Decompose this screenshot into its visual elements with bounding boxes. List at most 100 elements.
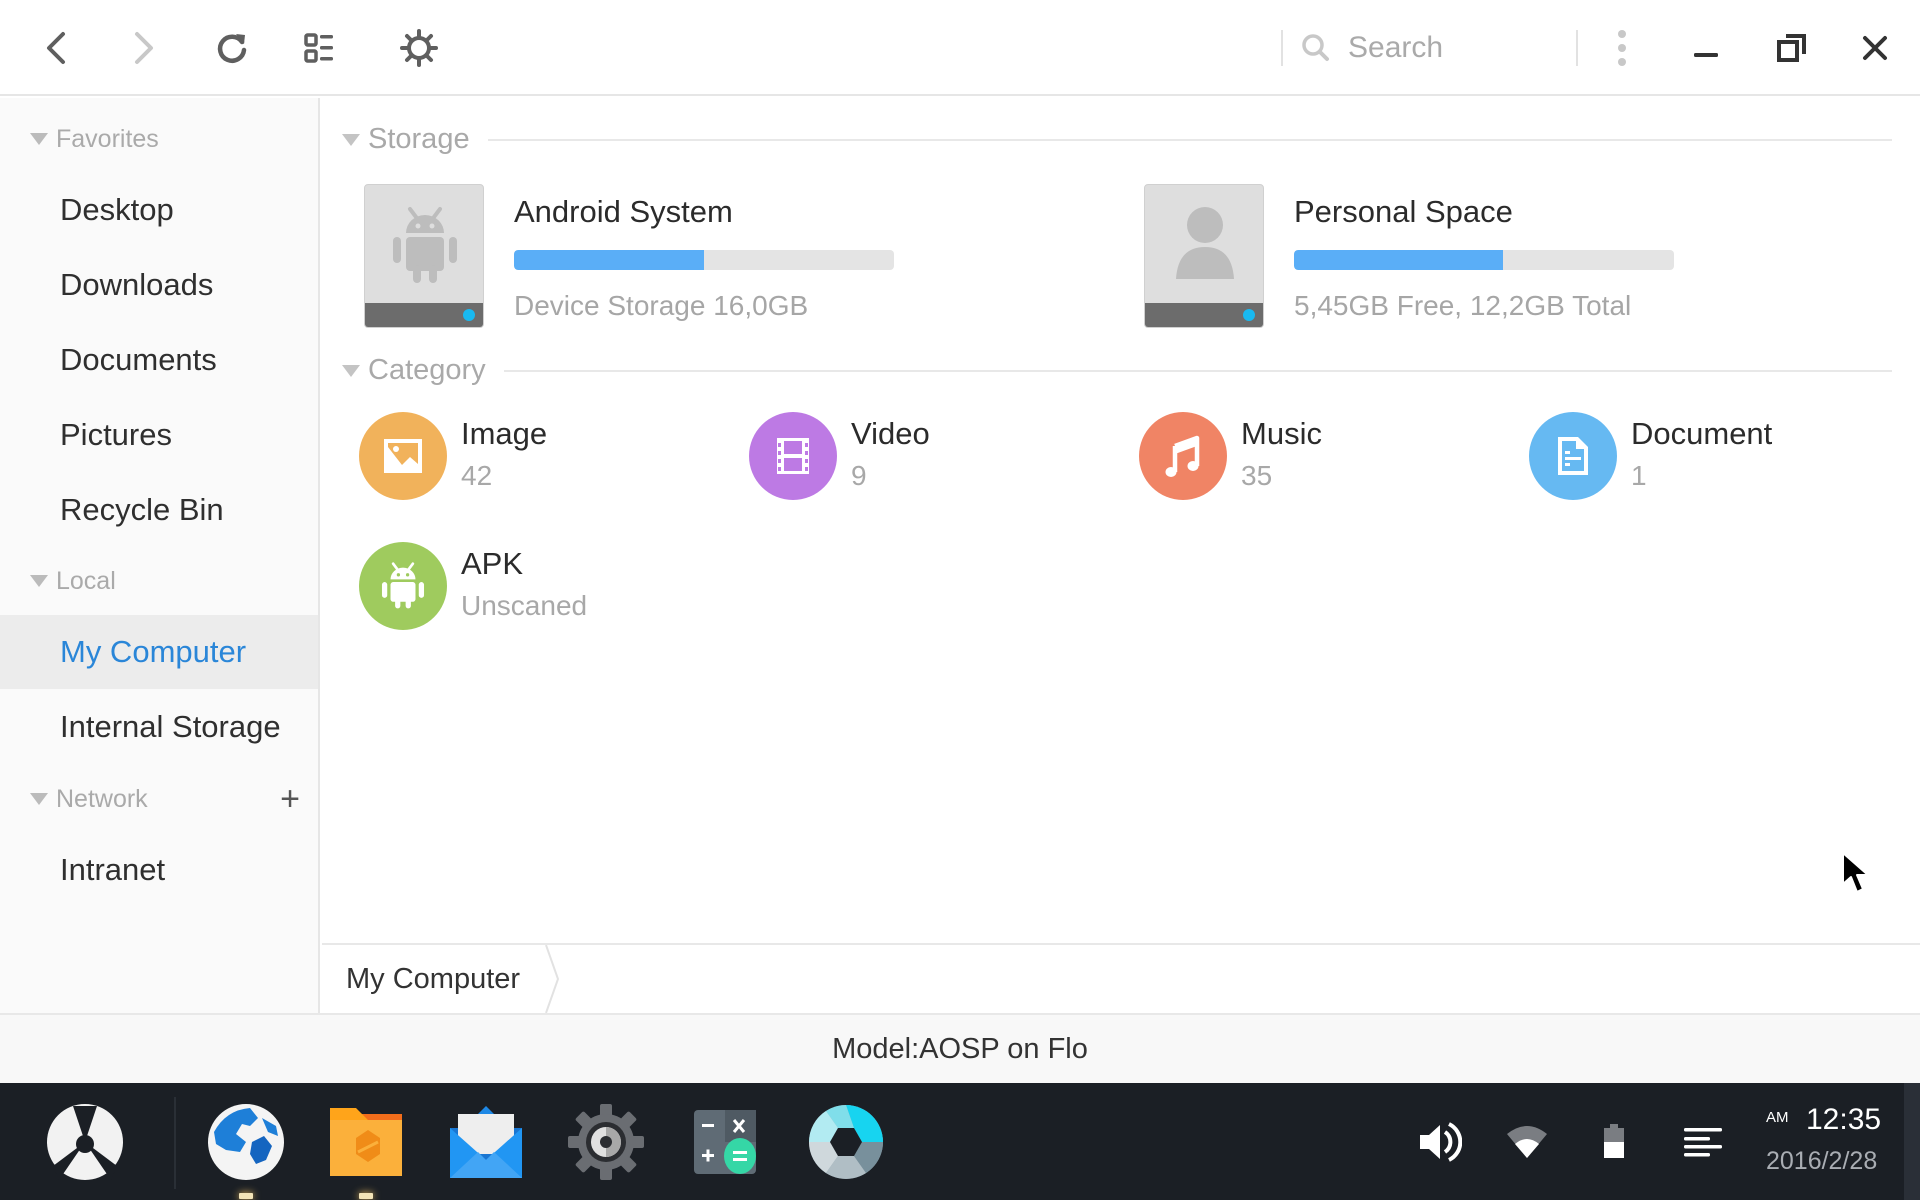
sidebar-item-intranet[interactable]: Intranet <box>0 833 318 907</box>
drive-android-system[interactable]: Android System Device Storage 16,0GB <box>364 184 1064 334</box>
show-desktop-button[interactable] <box>1904 1083 1920 1200</box>
breadcrumb-label: My Computer <box>346 962 521 995</box>
collapse-triangle-icon <box>30 133 48 145</box>
collapse-triangle-icon <box>30 575 48 587</box>
category-document[interactable]: Document 1 <box>1529 412 1889 504</box>
list-view-icon <box>304 33 333 63</box>
wifi-button[interactable] <box>1498 1113 1556 1171</box>
notifications-icon <box>1684 1128 1722 1157</box>
breadcrumb-item-my-computer[interactable]: My Computer <box>322 945 562 1013</box>
taskbar-app-file-manager[interactable] <box>325 1101 407 1199</box>
settings-button[interactable] <box>395 24 443 72</box>
storage-section-header[interactable]: Storage <box>342 123 1892 156</box>
running-indicator <box>359 1193 373 1199</box>
sidebar-item-pictures[interactable]: Pictures <box>0 398 318 472</box>
sidebar-item-my-computer[interactable]: My Computer <box>0 615 318 689</box>
globe-icon <box>208 1104 284 1180</box>
clock-ampm: AM <box>1766 1109 1789 1126</box>
email-icon <box>450 1106 522 1178</box>
add-network-button[interactable]: + <box>280 780 300 819</box>
notifications-button[interactable] <box>1674 1113 1732 1171</box>
sidebar-section-favorites[interactable]: Favorites <box>30 119 300 159</box>
category-count: 35 <box>1241 460 1273 491</box>
category-count: Unscaned <box>461 590 588 621</box>
category-count: 9 <box>851 460 867 491</box>
sidebar-item-documents[interactable]: Documents <box>0 323 318 397</box>
sidebar: Favorites Desktop Downloads Documents Pi… <box>0 98 320 1013</box>
forward-button[interactable] <box>120 24 168 72</box>
sidebar-item-desktop[interactable]: Desktop <box>0 173 318 247</box>
storage-usage-fill <box>1294 250 1503 270</box>
more-menu-button[interactable] <box>1598 24 1646 72</box>
sidebar-section-local[interactable]: Local <box>30 561 300 601</box>
volume-icon <box>1420 1122 1462 1162</box>
taskbar-app-calculator[interactable] <box>685 1101 767 1183</box>
refresh-button[interactable] <box>208 24 256 72</box>
taskbar-app-settings[interactable] <box>565 1101 647 1183</box>
drive-led <box>463 309 475 321</box>
category-icon-circle <box>1529 412 1617 500</box>
running-indicator <box>239 1193 253 1199</box>
folder-icon <box>330 1108 402 1176</box>
category-label: APK <box>461 546 524 581</box>
sidebar-item-label: Internal Storage <box>60 709 281 744</box>
collapse-triangle-icon <box>342 364 360 377</box>
drive-personal-space[interactable]: Personal Space 5,45GB Free, 12,2GB Total <box>1144 184 1844 334</box>
volume-button[interactable] <box>1411 1113 1469 1171</box>
drive-icon <box>1144 184 1264 328</box>
search-box[interactable] <box>1300 24 1570 72</box>
taskbar-divider <box>174 1097 176 1189</box>
storage-usage-bar <box>514 250 894 270</box>
taskbar-app-email[interactable] <box>445 1101 527 1183</box>
sidebar-item-label: Documents <box>60 342 217 377</box>
breadcrumb: My Computer <box>322 943 1920 1013</box>
category-video[interactable]: Video 9 <box>749 412 1109 504</box>
image-icon <box>384 439 422 473</box>
clock-time: 12:35 <box>1806 1103 1882 1136</box>
clock[interactable]: AM 12:35 2016/2/28 <box>1760 1097 1890 1187</box>
android-icon <box>381 562 425 609</box>
category-icon-circle <box>359 542 447 630</box>
sidebar-item-label: Pictures <box>60 417 172 452</box>
category-image[interactable]: Image 42 <box>359 412 719 504</box>
category-section-header[interactable]: Category <box>342 354 1892 387</box>
category-music[interactable]: Music 35 <box>1139 412 1499 504</box>
sidebar-item-label: My Computer <box>60 634 247 669</box>
person-icon <box>1176 207 1234 279</box>
section-title: Local <box>56 566 116 595</box>
category-label: Document <box>1631 416 1773 451</box>
main-content: Storage Android System Device Storage 16… <box>322 98 1920 943</box>
document-icon <box>1558 437 1588 475</box>
drive-capacity: Device Storage 16,0GB <box>514 290 809 321</box>
sidebar-item-label: Intranet <box>60 852 166 887</box>
more-vertical-icon <box>1618 30 1626 66</box>
section-title: Category <box>368 354 486 386</box>
storage-usage-fill <box>514 250 704 270</box>
minimize-button[interactable] <box>1682 24 1730 72</box>
category-apk[interactable]: APK Unscaned <box>359 542 719 634</box>
drive-name: Android System <box>514 194 733 229</box>
section-title: Network <box>56 784 148 813</box>
restore-button[interactable] <box>1768 24 1816 72</box>
sidebar-item-label: Downloads <box>60 267 214 302</box>
sidebar-section-network[interactable]: Network + <box>30 779 300 819</box>
gear-icon <box>400 29 438 67</box>
refresh-icon <box>217 34 247 63</box>
sidebar-item-internal-storage[interactable]: Internal Storage <box>0 690 318 764</box>
drive-led <box>1243 309 1255 321</box>
sidebar-item-recycle-bin[interactable]: Recycle Bin <box>0 473 318 547</box>
view-toggle-button[interactable] <box>296 24 344 72</box>
back-button[interactable] <box>32 24 80 72</box>
collapse-triangle-icon <box>342 133 360 146</box>
category-icon-circle <box>749 412 837 500</box>
sidebar-item-downloads[interactable]: Downloads <box>0 248 318 322</box>
taskbar-app-camera[interactable] <box>805 1101 887 1183</box>
battery-button[interactable] <box>1585 1113 1643 1171</box>
close-button[interactable] <box>1851 24 1899 72</box>
category-icon-circle <box>359 412 447 500</box>
android-icon <box>393 207 457 283</box>
start-menu-button[interactable] <box>44 1101 126 1183</box>
taskbar-app-browser[interactable] <box>205 1101 287 1199</box>
search-input[interactable] <box>1348 31 1568 65</box>
section-divider <box>503 369 1892 372</box>
